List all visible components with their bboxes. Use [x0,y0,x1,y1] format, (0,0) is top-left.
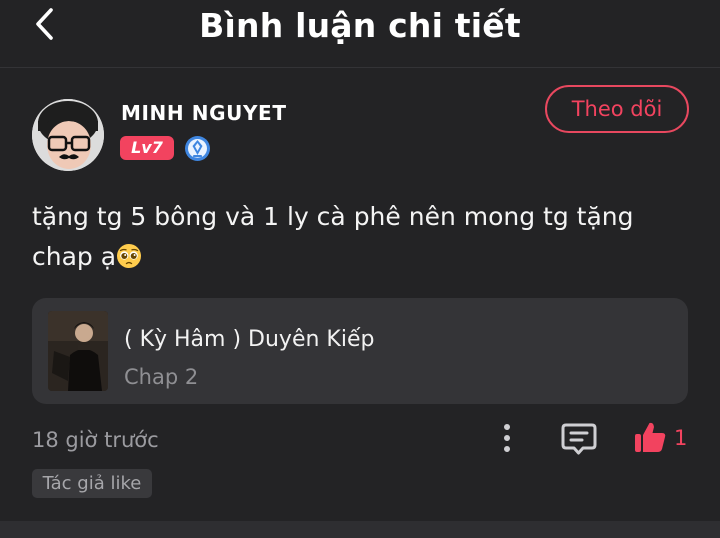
story-cover-image [48,311,108,391]
comment-icon [561,423,597,455]
comment-body: tặng tg 5 bông và 1 ly cà phê nên mong t… [32,197,702,277]
avatar-image [32,99,104,171]
comment-timestamp: 18 giờ trước [32,428,159,452]
top-bar: Bình luận chi tiết [0,0,720,68]
username[interactable]: MINH NGUYET [121,100,287,126]
pleading-face-emoji [117,244,142,268]
more-vertical-icon [504,424,510,452]
avatar[interactable] [32,99,104,171]
follow-button[interactable]: Theo dõi [545,85,689,133]
story-card[interactable]: ( Kỳ Hâm ) Duyên Kiếp Chap 2 [32,298,688,404]
section-divider [0,521,720,538]
author-like-tag: Tác giả like [32,469,152,498]
story-chapter: Chap 2 [124,365,199,389]
story-title: ( Kỳ Hâm ) Duyên Kiếp [124,327,375,352]
reply-button[interactable] [560,420,598,458]
more-options-button[interactable] [493,420,521,456]
rank-diamond-icon [185,136,210,161]
like-button[interactable]: 1 [630,418,690,458]
page-title: Bình luận chi tiết [199,6,521,45]
level-badge: Lv7 [120,136,174,160]
thumbs-up-icon [635,422,666,452]
like-count: 1 [674,426,688,450]
